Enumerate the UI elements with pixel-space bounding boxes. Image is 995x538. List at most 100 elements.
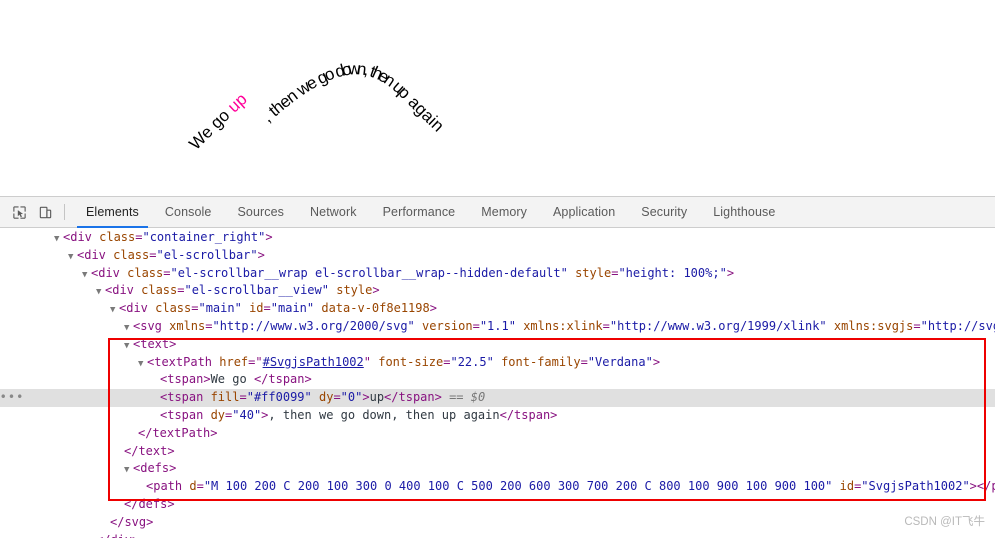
dom-token-tg: <div bbox=[105, 283, 142, 298]
tab-lighthouse[interactable]: Lighthouse bbox=[700, 197, 788, 228]
tab-elements[interactable]: Elements bbox=[73, 197, 152, 228]
dom-tree-line[interactable]: <tspan>We go </tspan> bbox=[0, 371, 995, 389]
dom-token-tg: = bbox=[913, 318, 921, 333]
tab-memory[interactable]: Memory bbox=[468, 197, 540, 228]
disclosure-triangle-icon[interactable]: ▼ bbox=[110, 302, 119, 320]
dom-line-content: ▼ <div class="el-scrollbar__wrap el-scrol… bbox=[0, 266, 734, 280]
dom-token-tg: = bbox=[580, 354, 588, 369]
svg-canvas: We go up, then we go down, then up again bbox=[185, 59, 447, 153]
dom-token-sel: == $0 bbox=[441, 390, 486, 405]
disclosure-triangle-icon[interactable]: ▼ bbox=[54, 231, 63, 249]
dom-token-tg: <defs> bbox=[133, 461, 177, 476]
tab-console[interactable]: Console bbox=[152, 197, 225, 228]
dom-token-av: "el-scrollbar" bbox=[156, 247, 258, 262]
dom-tree-line[interactable]: </text> bbox=[0, 443, 995, 461]
dom-token-tg: <text> bbox=[133, 336, 177, 351]
dom-token-an: dy bbox=[210, 407, 226, 422]
dom-tree-line[interactable]: ▼ <svg xmlns = "http://www.w3.org/2000/svg"… bbox=[0, 318, 995, 336]
devtools-tab-strip: Elements Console Sources Network Performance… bbox=[73, 197, 788, 228]
dom-token-an: style bbox=[575, 265, 612, 280]
dom-tree-view[interactable]: ▼ <div class="container_right"> ▼ <div clas… bbox=[0, 228, 995, 538]
disclosure-triangle-icon[interactable]: ▼ bbox=[124, 462, 133, 480]
tab-network[interactable]: Network bbox=[297, 197, 370, 228]
dom-line-content: ▼ <div class="container_right"> bbox=[0, 230, 273, 244]
dom-line-content: <path d="M 100 200 C 200 100 300 0 400 1… bbox=[0, 479, 995, 493]
dom-tree-line[interactable]: ▼ <div class="el-scrollbar__wrap el-scrol… bbox=[0, 265, 995, 283]
dom-token-tg bbox=[415, 319, 422, 333]
dom-token-an: id bbox=[249, 301, 264, 316]
dom-line-content: ▼ <div class="el-scrollbar"> bbox=[0, 248, 265, 262]
dom-token-an: font-size bbox=[378, 354, 444, 369]
dom-token-tg: <div bbox=[119, 301, 156, 316]
dom-tree-line[interactable]: ▼ <div class="el-scrollbar__view" style> bbox=[0, 282, 995, 300]
disclosure-triangle-icon[interactable]: ▼ bbox=[124, 338, 133, 356]
dom-token-av: "#ff0099" bbox=[246, 390, 312, 405]
dom-tree-line[interactable]: <path d="M 100 200 C 200 100 300 0 400 1… bbox=[0, 478, 995, 496]
dom-token-tg: " bbox=[363, 354, 379, 369]
disclosure-triangle-icon[interactable]: ▼ bbox=[82, 267, 91, 285]
tab-application[interactable]: Application bbox=[540, 197, 628, 228]
disclosure-triangle-icon[interactable]: ▼ bbox=[138, 356, 147, 374]
dom-line-content: <tspan>We go </tspan> bbox=[0, 372, 312, 386]
dom-token-tg: <path bbox=[146, 479, 190, 494]
dom-token-an: data-v-0f8e1198 bbox=[321, 301, 430, 316]
dom-line-content: ▼ <text> bbox=[0, 337, 176, 351]
dom-token-tg bbox=[312, 390, 319, 404]
tab-security[interactable]: Security bbox=[628, 197, 700, 228]
dom-token-tg: <div bbox=[77, 247, 114, 262]
dom-token-tg: </text> bbox=[124, 443, 175, 458]
dom-token-tg: > bbox=[265, 230, 273, 244]
dom-token-an: xmlns:xlink bbox=[523, 318, 603, 333]
dom-line-content: </svg> bbox=[0, 515, 153, 529]
dom-token-tg: </tspan> bbox=[384, 390, 442, 405]
dom-tree-line[interactable]: <tspan dy="40">, then we go down, then u… bbox=[0, 407, 995, 425]
dom-tree-line[interactable]: ▼ <textPath href="#SvgjsPath1002" font-si… bbox=[0, 354, 995, 372]
dom-token-av: "container_right" bbox=[142, 230, 266, 244]
dom-token-tg: </tspan> bbox=[499, 407, 558, 422]
toolbar-divider bbox=[64, 204, 65, 220]
dom-tree-line[interactable]: ▼ <div class="container_right"> bbox=[0, 229, 995, 247]
dom-tree-line[interactable]: </defs> bbox=[0, 496, 995, 514]
dom-token-tg bbox=[568, 266, 575, 280]
dom-token-av: "Verdana" bbox=[587, 354, 653, 369]
gutter-ellipsis-badge[interactable]: ••• bbox=[0, 389, 24, 407]
tab-sources[interactable]: Sources bbox=[224, 197, 297, 228]
disclosure-triangle-icon[interactable]: ▼ bbox=[96, 284, 105, 302]
dom-token-tg: <tspan> bbox=[160, 372, 211, 387]
dom-token-an: id bbox=[839, 479, 855, 494]
dom-token-an: class bbox=[113, 247, 150, 262]
dom-token-tg: <tspan bbox=[160, 407, 211, 422]
dom-token-an: fill bbox=[210, 390, 240, 405]
dom-token-an: class bbox=[141, 283, 178, 298]
dom-tree-line[interactable]: </textPath> bbox=[0, 425, 995, 443]
dom-tree-line[interactable]: ▼ <text> bbox=[0, 336, 995, 354]
dom-token-lnk[interactable]: #SvgjsPath1002 bbox=[263, 355, 364, 369]
dom-token-an: font-family bbox=[501, 354, 581, 369]
devtools-toolbar: Elements Console Sources Network Performance… bbox=[0, 197, 995, 228]
dom-token-tg: </svg> bbox=[110, 514, 154, 529]
dom-tree-line[interactable]: </svg> bbox=[0, 514, 995, 532]
dom-token-av: "1.1" bbox=[479, 318, 516, 333]
dom-tree-line[interactable]: ▼ <defs> bbox=[0, 460, 995, 478]
dom-tree-line[interactable]: ••• <tspan fill="#ff0099" dy="0">up</tspa… bbox=[0, 389, 995, 407]
dom-token-tx: We go bbox=[210, 372, 254, 387]
dom-line-content: ▼ <div class="main" id="main" data-v-0f8e… bbox=[0, 301, 437, 315]
dom-tree-line[interactable]: ▼ <div class="el-scrollbar"> bbox=[0, 247, 995, 265]
dom-token-an: d bbox=[189, 479, 197, 494]
disclosure-triangle-icon[interactable]: ▼ bbox=[124, 320, 133, 338]
tab-performance[interactable]: Performance bbox=[370, 197, 469, 228]
dom-line-content: <tspan dy="40">, then we go down, then u… bbox=[0, 408, 557, 422]
dom-tree-line[interactable]: ▼ <div class="main" id="main" data-v-0f8e… bbox=[0, 300, 995, 318]
inspect-element-icon[interactable] bbox=[6, 199, 32, 225]
dom-token-tg bbox=[827, 319, 834, 333]
dom-line-content: ▼ <defs> bbox=[0, 461, 176, 475]
dom-line-content: <tspan fill="#ff0099" dy="0">up</tspan> … bbox=[0, 390, 485, 404]
dom-token-tg: > bbox=[652, 354, 661, 369]
dom-tree-line[interactable]: </div> bbox=[0, 532, 995, 538]
dom-token-tg: <tspan bbox=[160, 390, 211, 405]
device-toolbar-icon[interactable] bbox=[32, 199, 58, 225]
dom-token-av: "el-scrollbar__view" bbox=[184, 283, 329, 298]
dom-token-tg: </tspan> bbox=[253, 372, 312, 387]
disclosure-triangle-icon[interactable]: ▼ bbox=[68, 249, 77, 267]
dom-token-an: style bbox=[336, 283, 373, 298]
